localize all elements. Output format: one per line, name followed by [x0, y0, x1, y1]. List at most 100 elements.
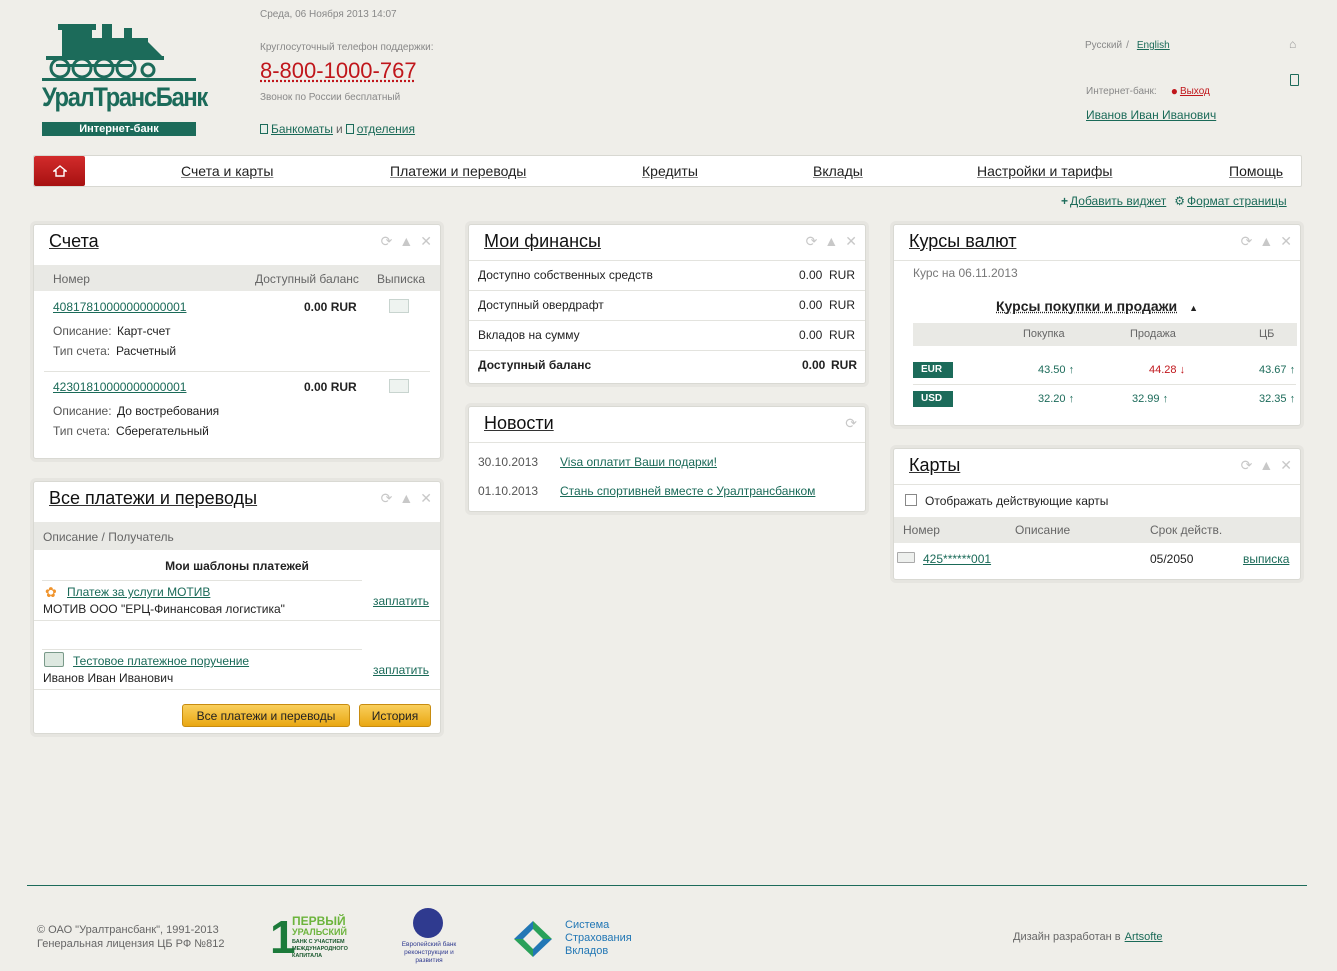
- account-number-link[interactable]: 42301810000000000001: [53, 380, 186, 394]
- nav-accounts-cards[interactable]: Счета и карты: [181, 163, 273, 179]
- template-link[interactable]: Платеж за услуги МОТИВ: [67, 585, 210, 599]
- close-icon[interactable]: ✕: [845, 233, 857, 250]
- home-icon[interactable]: ⌂: [1289, 37, 1296, 51]
- rate-sell: 44.28 ↓: [1149, 364, 1186, 376]
- row-divider: [469, 260, 865, 261]
- row-divider: [34, 689, 440, 690]
- history-button[interactable]: История: [359, 704, 431, 727]
- card-number-link[interactable]: 425******001: [923, 552, 991, 566]
- support-phone[interactable]: 8-800-1000-767: [260, 58, 417, 84]
- pay-link[interactable]: заплатить: [373, 594, 429, 608]
- row-divider: [469, 320, 865, 321]
- collapse-icon[interactable]: ▲: [824, 233, 838, 250]
- phone-note: Звонок по России бесплатный: [260, 92, 401, 103]
- account-number-link[interactable]: 40817810000000000001: [53, 300, 186, 314]
- page-format-link[interactable]: Формат страницы: [1187, 194, 1287, 208]
- support-label: Круглосуточный телефон поддержки:: [260, 42, 434, 53]
- collapse-icon[interactable]: ▲: [399, 490, 413, 507]
- nav-settings[interactable]: Настройки и тарифы: [977, 163, 1112, 179]
- col-sell: Продажа: [1130, 328, 1176, 340]
- row-divider: [894, 260, 1300, 261]
- ibank-label: Интернет-банк:: [1086, 85, 1157, 97]
- branch-icon: [345, 124, 354, 134]
- add-widget-link[interactable]: Добавить виджет: [1070, 194, 1166, 208]
- col-card-number: Номер: [903, 523, 940, 537]
- account-balance: 0.00 RUR: [304, 380, 357, 394]
- arrow-up-icon: ↑: [1289, 364, 1296, 376]
- collapse-icon[interactable]: ▲: [1259, 457, 1273, 474]
- refresh-icon[interactable]: ⟳: [381, 233, 393, 250]
- show-active-checkbox[interactable]: [905, 494, 917, 506]
- language-switch: Русский / English: [1085, 40, 1170, 51]
- close-icon[interactable]: ✕: [1280, 457, 1292, 474]
- mobile-icon[interactable]: [1290, 74, 1299, 86]
- col-statement: Выписка: [377, 272, 426, 286]
- partner-ebrd-logo[interactable]: Европейский банк реконструкции и развити…: [392, 908, 466, 964]
- news-link[interactable]: Visa оплатит Ваши подарки!: [560, 455, 717, 469]
- caret-up-icon: ▲: [1189, 303, 1198, 313]
- refresh-icon[interactable]: ⟳: [845, 415, 857, 432]
- card-statement-link[interactable]: выписка: [1243, 552, 1289, 566]
- partner-deposit-insurance-logo[interactable]: Система Страхования Вкладов: [513, 918, 638, 960]
- template-link[interactable]: Тестовое платежное поручение: [73, 654, 249, 668]
- refresh-icon[interactable]: ⟳: [381, 490, 393, 507]
- collapse-icon[interactable]: ▲: [1259, 233, 1273, 250]
- type-value: Сберегательный: [116, 424, 209, 438]
- refresh-icon[interactable]: ⟳: [1241, 457, 1253, 474]
- desc-label: Описание:: [53, 324, 112, 338]
- logout-link[interactable]: Выход: [1180, 86, 1210, 97]
- cards-title[interactable]: Карты: [909, 455, 960, 476]
- currency-badge: USD: [913, 391, 953, 407]
- bank-logo[interactable]: УралТрансБанк Интернет-банк: [42, 18, 208, 136]
- all-payments-button[interactable]: Все платежи и переводы: [182, 704, 350, 727]
- arrow-up-icon: ↑: [1068, 393, 1075, 405]
- lang-en-link[interactable]: English: [1137, 40, 1170, 51]
- finance-value: 0.00: [799, 328, 823, 342]
- partner3-line1: Система: [565, 919, 610, 931]
- nav-deposits[interactable]: Вклады: [813, 163, 863, 179]
- current-datetime: Среда, 06 Ноября 2013 14:07: [260, 9, 397, 20]
- atm-link[interactable]: Банкоматы: [271, 122, 333, 136]
- accounts-widget: Счета ⟳ ▲ ✕ Номер Доступный баланс Выпис…: [33, 224, 441, 459]
- nav-help[interactable]: Помощь: [1229, 163, 1283, 179]
- atm-icon: [260, 124, 268, 134]
- pay-link[interactable]: заплатить: [373, 663, 429, 677]
- partner3-line3: Вкладов: [565, 945, 609, 957]
- accounts-title[interactable]: Счета: [49, 231, 99, 252]
- col-card-desc: Описание: [1015, 523, 1071, 537]
- artsofte-link[interactable]: Artsofte: [1125, 931, 1163, 943]
- partner-first-ural-logo[interactable]: 1 ПЕРВЫЙ УРАЛЬСКИЙ БАНК С УЧАСТИЕМ МЕЖДУ…: [270, 914, 350, 964]
- finance-total-label: Доступный баланс: [478, 358, 592, 372]
- finance-total-value: 0.00: [802, 358, 826, 372]
- close-icon[interactable]: ✕: [420, 233, 432, 250]
- nav-credits[interactable]: Кредиты: [642, 163, 698, 179]
- statement-icon[interactable]: [389, 379, 409, 393]
- widget-controls: ⟳ ▲ ✕: [1241, 457, 1292, 474]
- finance-label: Доступный овердрафт: [478, 298, 604, 312]
- rates-subtitle-toggle[interactable]: Курсы покупки и продажи ▲: [894, 298, 1300, 314]
- plus-icon: +: [1061, 194, 1069, 208]
- refresh-icon[interactable]: ⟳: [806, 233, 818, 250]
- collapse-icon[interactable]: ▲: [399, 233, 413, 250]
- widget-controls: ⟳ ▲ ✕: [1241, 233, 1292, 250]
- templates-title: Мои шаблоны платежей: [165, 559, 309, 573]
- nav-payments[interactable]: Платежи и переводы: [390, 163, 526, 179]
- close-icon[interactable]: ✕: [420, 490, 432, 507]
- motiv-icon: ✿: [45, 584, 57, 600]
- rates-title[interactable]: Курсы валют: [909, 231, 1016, 252]
- payments-title[interactable]: Все платежи и переводы: [49, 488, 257, 509]
- refresh-icon[interactable]: ⟳: [1241, 233, 1253, 250]
- payment-order-icon: [44, 652, 64, 667]
- news-link[interactable]: Стань спортивней вместе с Уралтрансбанко…: [560, 484, 815, 498]
- show-active-label: Отображать действующие карты: [925, 494, 1109, 508]
- finance-total-currency: RUR: [831, 358, 857, 372]
- home-button[interactable]: [34, 156, 85, 186]
- statement-icon[interactable]: [389, 299, 409, 313]
- branches-link[interactable]: отделения: [357, 122, 415, 136]
- ebrd-globe-icon: [413, 908, 443, 938]
- finances-title[interactable]: Мои финансы: [484, 231, 601, 252]
- news-title[interactable]: Новости: [484, 413, 554, 434]
- user-name-link[interactable]: Иванов Иван Иванович: [1086, 108, 1216, 122]
- close-icon[interactable]: ✕: [1280, 233, 1292, 250]
- template-recipient: Иванов Иван Иванович: [43, 671, 174, 685]
